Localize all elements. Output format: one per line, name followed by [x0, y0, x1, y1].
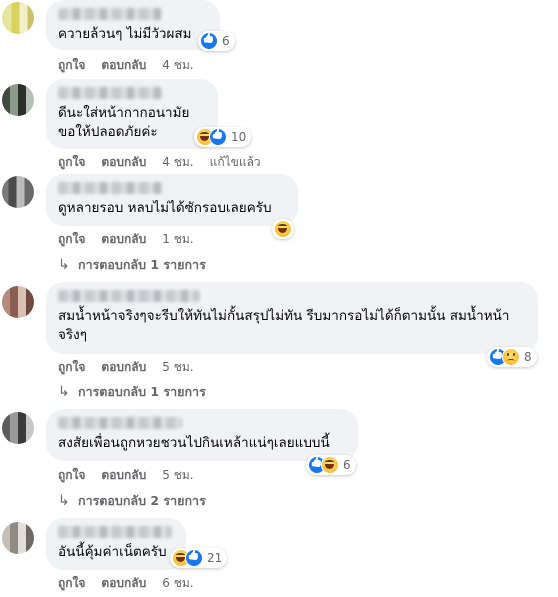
reaction-count: 6 — [343, 458, 351, 472]
reply-arrow-icon: ↳ — [58, 493, 70, 509]
haha-icon — [274, 220, 292, 238]
comment-text: ดีนะใส่หน้ากากอนามัย ขอให้ปลอดภัยค่ะ — [58, 105, 190, 140]
replies-count-label: การตอบกลับ 2 รายการ — [78, 493, 206, 508]
avatar[interactable] — [2, 286, 34, 318]
reply-button[interactable]: ตอบกลับ — [101, 56, 146, 75]
like-icon — [200, 32, 218, 50]
reaction-summary[interactable] — [272, 219, 294, 239]
comment-bubble: อันนี้คุ้มค่าเน็ตครับ — [46, 518, 186, 570]
comment-text: สมน้ำหน้าจริงๆจะรีบให้ทันไม่กั้นสรุปไม่ท… — [58, 308, 510, 343]
comment-text: อันนี้คุ้มค่าเน็ตครับ — [58, 544, 167, 560]
comment-bubble: สงสัยเพื่อนถูกหวยชวนไปกินเหล้าแน่ๆเลยแบบ… — [46, 409, 358, 461]
commenter-name-blurred[interactable] — [58, 8, 162, 20]
reaction-summary[interactable]: 6 — [198, 31, 235, 51]
reply-button[interactable]: ตอบกลับ — [101, 466, 146, 485]
reply-button[interactable]: ตอบกลับ — [101, 358, 146, 377]
like-button[interactable]: ถูกใจ — [58, 56, 85, 75]
view-replies-link[interactable]: ↳ การตอบกลับ 1 รายการ — [58, 382, 206, 402]
timestamp[interactable]: 4 ชม. — [162, 153, 193, 172]
reply-button[interactable]: ตอบกลับ — [101, 230, 146, 249]
like-icon — [185, 549, 203, 567]
like-button[interactable]: ถูกใจ — [58, 466, 85, 485]
comment-actions: ถูกใจ ตอบกลับ 6 ชม. — [58, 574, 210, 593]
reply-button[interactable]: ตอบกลับ — [101, 153, 146, 172]
timestamp[interactable]: 6 ชม. — [162, 574, 193, 593]
comment-actions: ถูกใจ ตอบกลับ 5 ชม. — [58, 466, 210, 485]
timestamp[interactable]: 1 ชม. — [162, 230, 193, 249]
comment-actions: ถูกใจ ตอบกลับ 1 ชม. — [58, 230, 210, 249]
commenter-name-blurred[interactable] — [58, 290, 200, 302]
replies-count-label: การตอบกลับ 1 รายการ — [78, 384, 206, 399]
like-icon — [209, 128, 227, 146]
replies-count-label: การตอบกลับ 1 รายการ — [78, 257, 206, 272]
timestamp[interactable]: 4 ชม. — [162, 56, 193, 75]
reaction-summary[interactable]: 8 — [487, 347, 537, 367]
commenter-name-blurred[interactable] — [58, 526, 172, 538]
commenter-name-blurred[interactable] — [58, 182, 162, 194]
commenter-name-blurred[interactable] — [58, 417, 182, 429]
like-button[interactable]: ถูกใจ — [58, 153, 85, 172]
reaction-count: 8 — [524, 350, 532, 364]
avatar[interactable] — [2, 412, 34, 444]
view-replies-link[interactable]: ↳ การตอบกลับ 2 รายการ — [58, 491, 206, 511]
comment-text: ควายล้วนๆ ไม่มีวัวผสม — [58, 26, 192, 42]
reply-arrow-icon: ↳ — [58, 257, 70, 273]
view-replies-link[interactable]: ↳ การตอบกลับ 1 รายการ — [58, 255, 206, 275]
comment-text: ดูหลายรอบ หลบไม่ได้ซักรอบเลยครับ — [58, 200, 272, 216]
edited-label: แก้ไขแล้ว — [209, 155, 261, 169]
comment-bubble: ดีนะใส่หน้ากากอนามัย ขอให้ปลอดภัยค่ะ — [46, 79, 218, 149]
reaction-count: 6 — [222, 34, 230, 48]
timestamp[interactable]: 5 ชม. — [162, 466, 193, 485]
commenter-name-blurred[interactable] — [58, 87, 162, 99]
reaction-summary[interactable]: 21 — [170, 548, 228, 568]
comment-bubble: ควายล้วนๆ ไม่มีวัวผสม — [46, 0, 220, 50]
reaction-summary[interactable]: 10 — [194, 127, 252, 147]
comment-actions: ถูกใจ ตอบกลับ 4 ชม. — [58, 56, 210, 75]
avatar[interactable] — [2, 2, 34, 34]
like-button[interactable]: ถูกใจ — [58, 358, 85, 377]
comment-bubble: ดูหลายรอบ หลบไม่ได้ซักรอบเลยครับ — [46, 174, 298, 226]
avatar[interactable] — [2, 522, 34, 554]
avatar[interactable] — [2, 84, 34, 116]
reply-button[interactable]: ตอบกลับ — [101, 574, 146, 593]
timestamp[interactable]: 5 ชม. — [162, 358, 193, 377]
like-button[interactable]: ถูกใจ — [58, 574, 85, 593]
comment-actions: ถูกใจ ตอบกลับ 5 ชม. — [58, 358, 210, 377]
comment-actions: ถูกใจ ตอบกลับ 4 ชม. แก้ไขแล้ว — [58, 153, 261, 172]
reply-arrow-icon: ↳ — [58, 384, 70, 400]
haha-icon — [321, 456, 339, 474]
comment-text: สงสัยเพื่อนถูกหวยชวนไปกินเหล้าแน่ๆเลยแบบ… — [58, 435, 330, 451]
reaction-count: 21 — [207, 551, 223, 565]
like-button[interactable]: ถูกใจ — [58, 230, 85, 249]
sad-icon — [502, 348, 520, 366]
avatar[interactable] — [2, 176, 34, 208]
reaction-count: 10 — [231, 130, 247, 144]
comment-bubble: สมน้ำหน้าจริงๆจะรีบให้ทันไม่กั้นสรุปไม่ท… — [46, 282, 538, 354]
reaction-summary[interactable]: 6 — [306, 455, 356, 475]
